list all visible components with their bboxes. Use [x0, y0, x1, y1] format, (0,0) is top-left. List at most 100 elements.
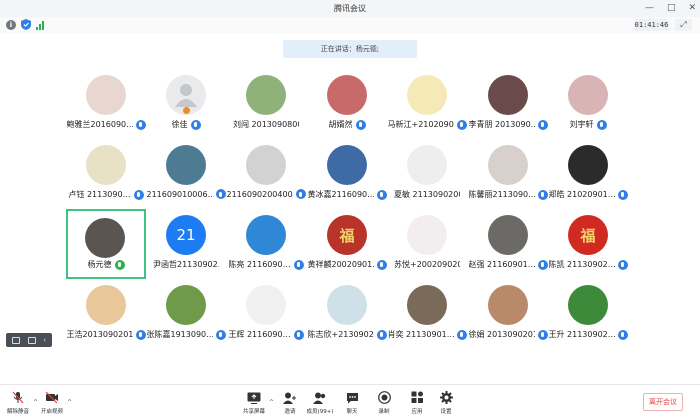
participant-label: 赵强 21160901… [468, 259, 548, 270]
avatar [246, 215, 286, 255]
record-label: 录制 [378, 409, 390, 415]
share-screen-button[interactable]: 共享屏幕 [236, 391, 272, 415]
avatar [246, 75, 286, 115]
mic-icon [376, 189, 387, 200]
participant-label: 张陈嘉1913090… [146, 329, 226, 340]
invite-label: 邀请 [284, 409, 296, 415]
participant-tile[interactable]: 福黄祥麟20020901… [307, 210, 387, 280]
participant-name: 夏敏 211309020034 [394, 190, 460, 199]
participant-name: 王辉 2116090… [228, 330, 291, 339]
view-control[interactable]: ‹ [6, 333, 52, 347]
participant-tile[interactable]: 陈馨丽2113090… [468, 140, 548, 210]
close-icon[interactable]: ✕ [688, 0, 696, 17]
participant-tile[interactable]: 21 尹函哲21130902… [146, 210, 226, 280]
avatar [86, 145, 126, 185]
participant-name: 王升 21130902… [548, 330, 615, 339]
participant-tile[interactable]: 胡婿然 [307, 70, 387, 140]
participant-tile[interactable]: 夏敏 211309020034 [387, 140, 467, 210]
mic-icon [537, 189, 548, 200]
start-video-button[interactable]: 开启视频 [34, 391, 70, 415]
members-label: 成员(99+) [306, 409, 334, 415]
mic-icon [456, 329, 467, 340]
participant-label: 211609010006… [146, 189, 226, 199]
mic-icon [133, 189, 144, 200]
chevron-left-icon[interactable]: ‹ [43, 336, 46, 344]
start-video-label: 开启视频 [40, 409, 63, 415]
participant-tile[interactable]: 福陈凯 21130902… [548, 210, 628, 280]
avatar: 21 [166, 215, 206, 255]
participant-tile[interactable]: 马新江+2102090… [387, 70, 467, 140]
unmute-button[interactable]: 解除静音 [0, 391, 36, 415]
avatar [327, 285, 367, 325]
participant-tile[interactable]: 杨元德 [66, 209, 146, 279]
participant-name: 刘宇轩 [569, 120, 594, 129]
avatar [407, 285, 447, 325]
participant-name: 尹函哲21130902… [153, 260, 219, 269]
participant-name: 杨元德 [87, 260, 112, 269]
avatar: 福 [568, 215, 608, 255]
participant-name: 徐娟 2013090201… [468, 330, 535, 339]
participant-tile[interactable]: 鲍雅兰2016090… [66, 70, 146, 140]
participant-tile[interactable]: 211609010006… [146, 140, 226, 210]
info-icon[interactable]: i [6, 20, 16, 30]
signal-icon[interactable] [36, 20, 46, 30]
participant-tile[interactable]: 2116090200400… [226, 140, 306, 210]
participant-tile[interactable]: 赵强 21160901… [468, 210, 548, 280]
participant-name: 胡婿然 [328, 120, 353, 129]
speaking-banner: 正在讲话：杨元德; [283, 40, 417, 58]
participant-tile[interactable]: 王浩2013090201… [66, 280, 146, 350]
mic-icon [295, 189, 306, 199]
participant-tile[interactable]: 王升 21130902… [548, 280, 628, 350]
participant-label: 卢钰 2113090… [66, 189, 146, 200]
gallery-view-icon[interactable] [11, 336, 20, 344]
participant-label: 肖奕 21130901… [387, 329, 467, 340]
record-icon [377, 391, 391, 404]
participant-name: 张陈嘉1913090… [146, 330, 213, 339]
participant-tile[interactable]: 陈亮 2116090… [226, 210, 306, 280]
participant-tile[interactable]: 徐佳 [146, 70, 226, 140]
participant-tile[interactable]: 卢钰 2113090… [66, 140, 146, 210]
participant-label: 2116090200400… [226, 189, 306, 199]
chat-button[interactable]: 聊天 [334, 391, 370, 415]
fullscreen-icon[interactable]: ⤢ [675, 19, 692, 31]
mic-icon [456, 119, 467, 130]
participant-tile[interactable]: 肖奕 21130901… [387, 280, 467, 350]
avatar [327, 75, 367, 115]
chevron-up-icon[interactable]: ^ [67, 399, 72, 406]
avatar [86, 285, 126, 325]
avatar [407, 75, 447, 115]
participant-tile[interactable]: 刘宇轩 [548, 70, 628, 140]
speaker-view-icon[interactable] [27, 336, 36, 344]
mic-icon [215, 189, 226, 199]
avatar [488, 285, 528, 325]
default-avatar-icon [166, 75, 206, 115]
leave-meeting-button[interactable]: 离开会议 [643, 393, 683, 411]
participant-tile[interactable]: 李青朋 2013090… [468, 70, 548, 140]
participant-tile[interactable]: 刘闯 201309080017 [226, 70, 306, 140]
participant-name: 赵强 21160901… [468, 260, 535, 269]
participant-tile[interactable]: 郑皓 21020901… [548, 140, 628, 210]
participant-tile[interactable]: 陈志欣+2130902… [307, 280, 387, 350]
participant-tile[interactable]: 黄冰嘉2116090… [307, 140, 387, 210]
participant-name: 黄冰嘉2116090… [307, 190, 374, 199]
minimize-icon[interactable]: — [645, 0, 654, 17]
avatar-text: 福 [580, 226, 596, 245]
mic-icon [617, 189, 628, 200]
avatar [246, 145, 286, 185]
settings-button[interactable]: 设置 [428, 391, 464, 415]
members-button[interactable]: 成员(99+) [302, 391, 338, 415]
participant-name: 2116090200400… [226, 189, 293, 199]
mic-icon [537, 329, 548, 340]
record-button[interactable]: 录制 [366, 391, 402, 415]
participant-tile[interactable]: 徐娟 2013090201… [468, 280, 548, 350]
chat-icon [345, 391, 359, 404]
shield-icon[interactable] [21, 19, 31, 30]
participant-tile[interactable]: 张陈嘉1913090… [146, 280, 226, 350]
mic-speaking-icon [114, 259, 125, 270]
maximize-icon[interactable]: □ [667, 0, 676, 17]
participant-label: 刘闯 201309080017 [226, 119, 306, 130]
window-titlebar: 腾讯会议 — □ ✕ [0, 0, 700, 17]
participant-tile[interactable]: 苏悦+200209020008 [387, 210, 467, 280]
participant-tile[interactable]: 王辉 2116090… [226, 280, 306, 350]
participant-label: 王辉 2116090… [226, 329, 306, 340]
